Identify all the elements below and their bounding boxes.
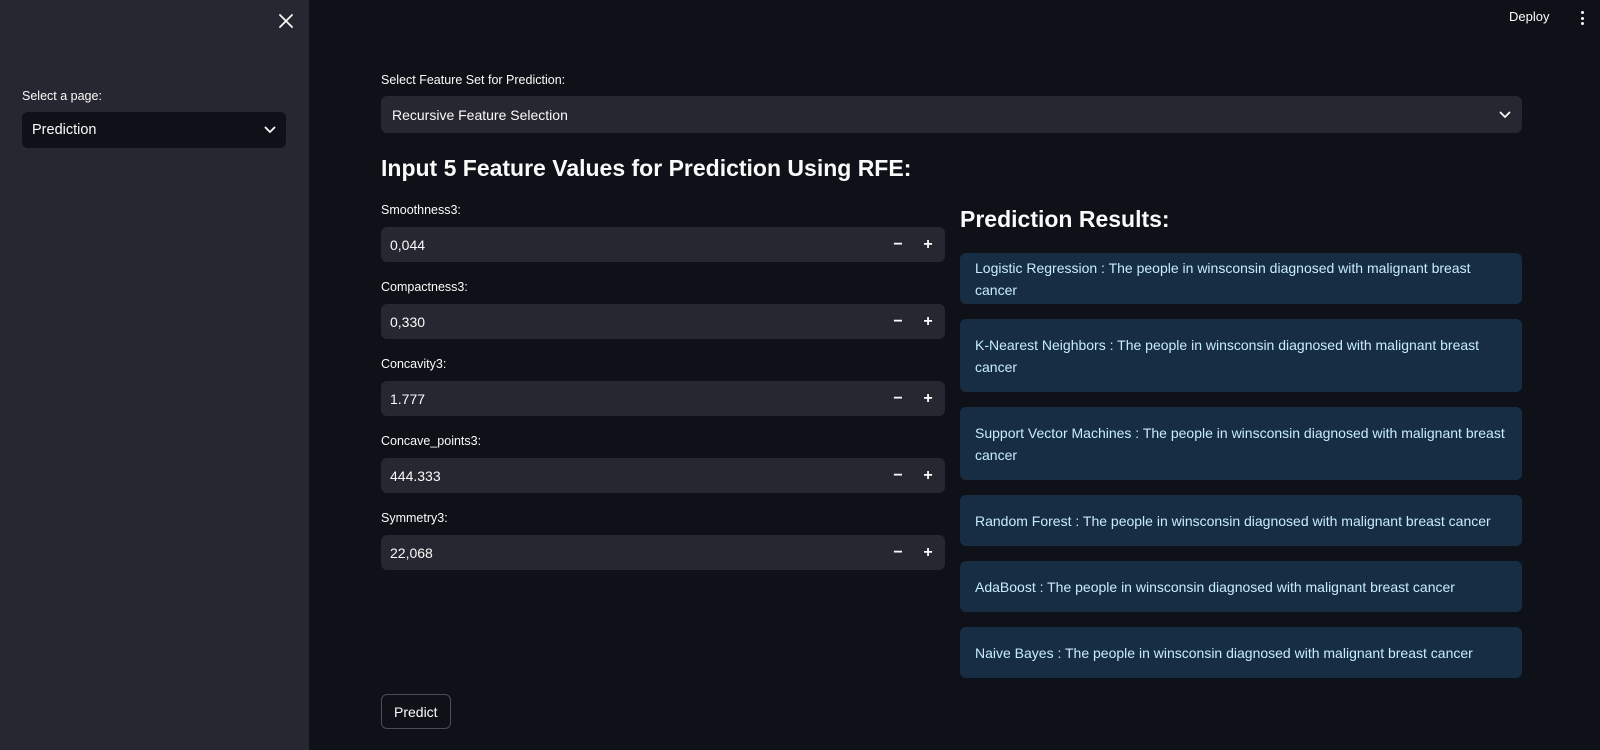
smoothness3-input[interactable]: 0,044 xyxy=(381,237,883,253)
field-concavity3: Concavity3: 1.777 − + xyxy=(381,357,945,434)
compactness3-input[interactable]: 0,330 xyxy=(381,314,883,330)
increment-button[interactable]: + xyxy=(913,458,943,493)
field-label: Compactness3: xyxy=(381,280,468,294)
concavity3-input[interactable]: 1.777 xyxy=(381,391,883,407)
predict-button[interactable]: Predict xyxy=(381,694,451,729)
concave-points3-input[interactable]: 444.333 xyxy=(381,468,883,484)
result-naive-bayes: Naive Bayes : The people in winsconsin d… xyxy=(960,627,1522,678)
more-vertical-icon[interactable] xyxy=(1574,8,1590,28)
page-select-label: Select a page: xyxy=(22,89,102,103)
field-label: Symmetry3: xyxy=(381,511,448,525)
result-svm: Support Vector Machines : The people in … xyxy=(960,407,1522,480)
feature-set-select[interactable]: Recursive Feature Selection xyxy=(381,96,1522,133)
decrement-button[interactable]: − xyxy=(883,381,913,416)
decrement-button[interactable]: − xyxy=(883,227,913,262)
results-heading: Prediction Results: xyxy=(960,206,1170,232)
field-label: Concavity3: xyxy=(381,357,447,371)
deploy-button[interactable]: Deploy xyxy=(1509,9,1549,24)
result-knn: K-Nearest Neighbors : The people in wins… xyxy=(960,319,1522,392)
symmetry3-input[interactable]: 22,068 xyxy=(381,545,883,561)
close-icon xyxy=(279,14,293,28)
decrement-button[interactable]: − xyxy=(883,304,913,339)
chevron-down-icon xyxy=(264,126,276,134)
field-smoothness3: Smoothness3: 0,044 − + xyxy=(381,203,945,280)
increment-button[interactable]: + xyxy=(913,227,943,262)
results-list: Logistic Regression : The people in wins… xyxy=(960,253,1522,693)
page-title: Input 5 Feature Values for Prediction Us… xyxy=(381,155,912,181)
increment-button[interactable]: + xyxy=(913,381,943,416)
decrement-button[interactable]: − xyxy=(883,458,913,493)
increment-button[interactable]: + xyxy=(913,304,943,339)
field-compactness3: Compactness3: 0,330 − + xyxy=(381,280,945,357)
page-select[interactable]: Prediction xyxy=(22,112,286,148)
sidebar: Select a page: Prediction xyxy=(0,0,309,750)
field-symmetry3: Symmetry3: 22,068 − + xyxy=(381,511,945,588)
result-random-forest: Random Forest : The people in winsconsin… xyxy=(960,495,1522,546)
chevron-down-icon xyxy=(1499,111,1511,119)
page-select-value: Prediction xyxy=(32,122,97,138)
number-input-box: 22,068 − + xyxy=(381,535,945,570)
number-input-box: 0,044 − + xyxy=(381,227,945,262)
number-input-box: 0,330 − + xyxy=(381,304,945,339)
close-sidebar-button[interactable] xyxy=(274,9,298,33)
feature-set-value: Recursive Feature Selection xyxy=(392,106,568,123)
increment-button[interactable]: + xyxy=(913,535,943,570)
feature-inputs: Smoothness3: 0,044 − + Compactness3: 0,3… xyxy=(381,203,945,588)
field-label: Smoothness3: xyxy=(381,203,461,217)
result-adaboost: AdaBoost : The people in winsconsin diag… xyxy=(960,561,1522,612)
number-input-box: 444.333 − + xyxy=(381,458,945,493)
field-label: Concave_points3: xyxy=(381,434,482,448)
result-logistic-regression: Logistic Regression : The people in wins… xyxy=(960,253,1522,304)
feature-set-label: Select Feature Set for Prediction: xyxy=(381,73,566,87)
decrement-button[interactable]: − xyxy=(883,535,913,570)
field-concave-points3: Concave_points3: 444.333 − + xyxy=(381,434,945,511)
number-input-box: 1.777 − + xyxy=(381,381,945,416)
